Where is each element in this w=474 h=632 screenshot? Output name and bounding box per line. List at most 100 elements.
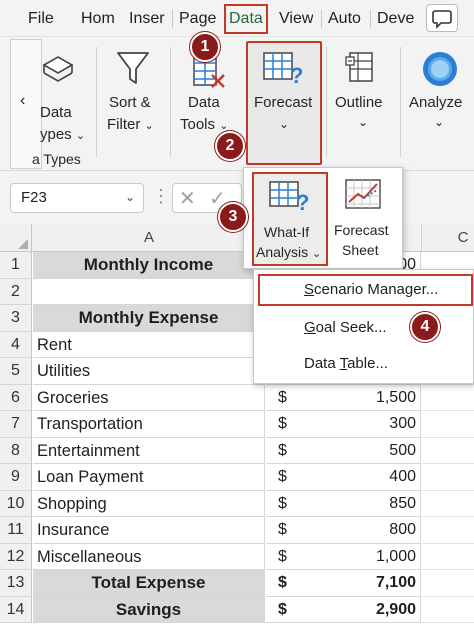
cell-a[interactable] [33,278,265,305]
currency-symbol: $ [278,494,287,512]
row-header[interactable]: 14 [0,596,32,623]
cell-b[interactable]: $7,100 [266,570,421,597]
cell-b[interactable]: $2,900 [266,596,421,623]
currency-symbol: $ [278,441,287,459]
tab-automate[interactable]: Auto [328,8,366,30]
row-header[interactable]: 3 [0,305,32,332]
cell-a[interactable]: Insurance [33,517,265,544]
row-header[interactable]: 9 [0,464,32,491]
comments-button[interactable] [426,4,458,32]
what-if-analysis-button[interactable]: ? What-If Analysis ⌄ [252,172,328,266]
cell-c[interactable] [422,491,474,517]
cell-c[interactable] [422,411,474,438]
step-badge-3: 3 [218,202,248,232]
analyze-button[interactable]: Analyze ⌄ [406,45,472,145]
row-header[interactable]: 7 [0,411,32,438]
cell-b[interactable]: $1,000 [266,543,421,570]
cell-b[interactable]: $400 [266,464,421,491]
sort-filter-label-1: Sort & [109,94,151,111]
cell-a[interactable]: Rent [33,331,265,358]
forecast-button[interactable]: ? Forecast ⌄ [246,41,322,165]
outline-button[interactable]: Outline ⌄ [332,45,394,145]
column-header-c[interactable]: C [422,224,474,252]
table-row: 14 Savings $2,900 [0,596,474,623]
cell-a[interactable]: Loan Payment [33,464,265,491]
row-header[interactable]: 11 [0,517,32,544]
amount-value: 500 [389,441,416,459]
svg-text:?: ? [290,63,303,88]
outline-icon [345,52,373,82]
ribbon-group-separator [400,47,401,157]
name-box[interactable]: F23 ⌄ [10,183,144,213]
tab-separator [370,10,371,28]
cell-c[interactable] [422,597,474,623]
cell-c[interactable] [422,517,474,544]
cell-c[interactable] [422,544,474,570]
chevron-down-icon[interactable]: ⌄ [125,190,135,204]
data-types-label-2: ypes ⌄ [40,126,86,143]
forecast-sheet-label-2: Sheet [342,242,379,258]
select-all-triangle-icon [18,239,28,249]
cell-a[interactable]: Transportation [33,411,265,438]
step-badge-1: 1 [190,32,220,62]
cell-a[interactable]: Monthly Expense [33,305,265,332]
row-header[interactable]: 4 [0,331,32,358]
row-header[interactable]: 5 [0,358,32,385]
cell-b[interactable]: $500 [266,437,421,464]
tab-view[interactable]: View [279,8,313,30]
ribbon-group-separator [326,47,327,157]
scenario-manager-menu-item[interactable]: Scenario Manager... [258,274,473,306]
forecast-whatif-icon: ? [263,52,303,88]
tab-file[interactable]: File [28,8,54,30]
cell-a[interactable]: Monthly Income [33,252,265,279]
row-header[interactable]: 13 [0,570,32,597]
data-table-menu-item[interactable]: Data Table... [254,348,473,380]
tab-separator [172,10,173,28]
tab-home[interactable]: Hom [81,8,115,30]
table-row: 13 Total Expense $7,100 [0,570,474,597]
tab-data[interactable]: Data [224,4,268,34]
row-header[interactable]: 2 [0,278,32,305]
analyze-label: Analyze [409,94,463,111]
select-all-button[interactable] [0,224,32,252]
cell-c[interactable] [422,385,474,411]
tab-developer[interactable]: Deve [377,8,419,30]
chevron-down-icon: ⌄ [75,130,86,142]
amount-value: 7,100 [375,574,416,591]
row-header[interactable]: 6 [0,384,32,411]
cell-a[interactable]: Entertainment [33,437,265,464]
table-row: 11 Insurance $800 [0,517,474,544]
amount-value: 300 [389,415,416,432]
cell-b[interactable]: $850 [266,490,421,517]
cell-b[interactable]: $1,500 [266,384,421,411]
table-row: 8 Entertainment $500 [0,437,474,464]
cell-a[interactable]: Shopping [33,490,265,517]
tab-insert[interactable]: Inser [129,8,165,30]
filter-funnel-icon [117,52,149,84]
cell-a[interactable]: Total Expense [33,570,265,597]
cell-a[interactable]: Utilities [33,358,265,385]
table-row: 6 Groceries $1,500 [0,384,474,411]
row-header[interactable]: 8 [0,437,32,464]
chevron-down-icon: ⌄ [434,115,445,129]
data-types-button[interactable]: Data ypes ⌄ [30,47,90,143]
cell-a[interactable]: Groceries [33,384,265,411]
row-header[interactable]: 12 [0,543,32,570]
currency-symbol: $ [278,388,287,406]
cell-c[interactable] [422,464,474,491]
cell-c[interactable] [422,570,474,597]
currency-symbol: $ [278,574,287,591]
cell-b[interactable]: $300 [266,411,421,438]
row-header[interactable]: 10 [0,490,32,517]
cell-a[interactable]: Savings [33,596,265,623]
cancel-x-icon[interactable]: ✕ [179,186,196,211]
tab-page-layout[interactable]: Page [179,8,216,30]
forecast-sheet-button[interactable]: Forecast Sheet [330,172,400,266]
row-header[interactable]: 1 [0,252,32,279]
sort-filter-button[interactable]: Sort & Filter ⌄ [104,45,162,145]
goal-seek-menu-item[interactable]: Goal Seek... [254,312,473,344]
cell-c[interactable] [422,438,474,464]
cell-a[interactable]: Miscellaneous [33,543,265,570]
chevron-left-icon: ‹ [20,92,26,109]
cell-b[interactable]: $800 [266,517,421,544]
